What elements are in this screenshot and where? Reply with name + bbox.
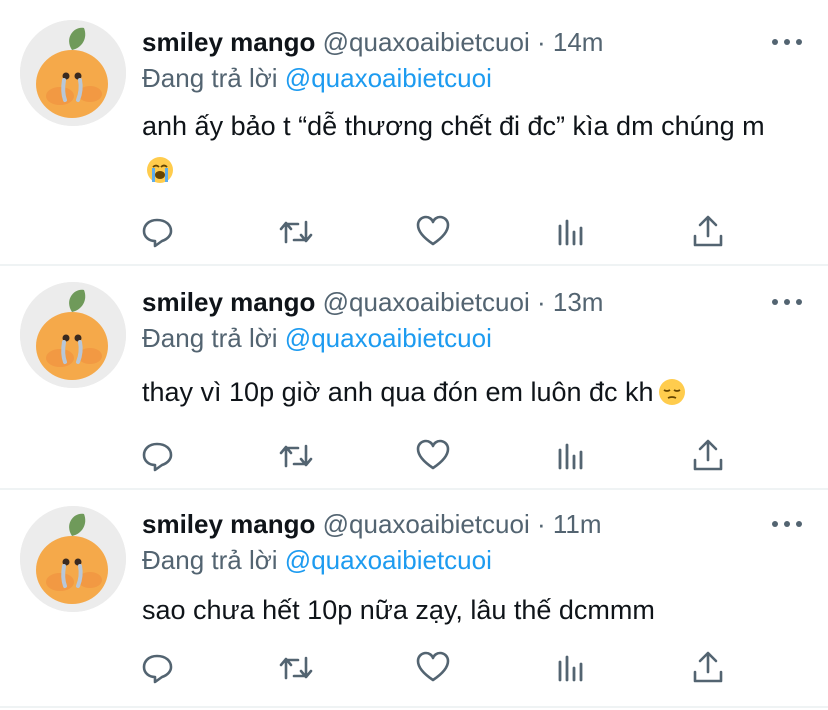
tweet[interactable]: smiley mango @quaxoaibietcuoi · 14m Đang… [0, 0, 828, 264]
tweet[interactable]: smiley mango @quaxoaibietcuoi · 11m Đang… [0, 490, 828, 710]
more-icon[interactable] [772, 36, 802, 48]
separator-dot: · [536, 509, 546, 539]
tweet-header: smiley mango @quaxoaibietcuoi · 11m [142, 506, 602, 542]
separator-dot: · [536, 27, 546, 57]
reply-prefix: Đang trả lời [142, 545, 278, 575]
like-icon[interactable] [413, 436, 453, 476]
more-icon[interactable] [772, 296, 802, 308]
analytics-icon[interactable] [551, 648, 591, 688]
retweet-icon[interactable] [276, 648, 316, 688]
display-name[interactable]: smiley mango [142, 287, 315, 317]
tweet-text-container: anh ấy bảo t “dễ thương chết đi đc” kìa … [142, 104, 782, 192]
mango-avatar-image [20, 506, 126, 612]
reply-to-handle[interactable]: @quaxoaibietcuoi [285, 545, 492, 575]
tweet-divider [0, 706, 828, 708]
avatar[interactable] [20, 20, 126, 126]
tweet-actions [138, 648, 728, 688]
timestamp[interactable]: 14m [553, 27, 604, 57]
tweet-actions [138, 212, 728, 252]
reply-to-handle[interactable]: @quaxoaibietcuoi [285, 323, 492, 353]
reply-icon[interactable] [138, 436, 178, 476]
share-icon[interactable] [688, 212, 728, 252]
tweet-header: smiley mango @quaxoaibietcuoi · 14m [142, 24, 603, 60]
tweet-header: smiley mango @quaxoaibietcuoi · 13m [142, 284, 603, 320]
reply-prefix: Đang trả lời [142, 323, 278, 353]
avatar[interactable] [20, 506, 126, 612]
tweet-text: sao chưa hết 10p nữa zạy, lâu thế dcmmm [142, 595, 655, 625]
reply-to-handle[interactable]: @quaxoaibietcuoi [285, 63, 492, 93]
tweet-actions [138, 436, 728, 476]
tweet-text-container: sao chưa hết 10p nữa zạy, lâu thế dcmmm [142, 588, 782, 632]
reply-context: Đang trả lời @quaxoaibietcuoi [142, 542, 492, 578]
display-name[interactable]: smiley mango [142, 509, 315, 539]
mango-avatar-image [20, 282, 126, 388]
avatar[interactable] [20, 282, 126, 388]
pensive-face-icon [658, 379, 685, 405]
timestamp[interactable]: 13m [553, 287, 604, 317]
tweet[interactable]: smiley mango @quaxoaibietcuoi · 13m Đang… [0, 266, 828, 488]
mango-avatar-image [20, 20, 126, 126]
timestamp[interactable]: 11m [553, 509, 602, 539]
like-icon[interactable] [413, 648, 453, 688]
user-handle[interactable]: @quaxoaibietcuoi [323, 509, 530, 539]
user-handle[interactable]: @quaxoaibietcuoi [323, 287, 530, 317]
tweet-text-container: thay vì 10p giờ anh qua đón em luôn đc k… [142, 370, 802, 414]
share-icon[interactable] [688, 436, 728, 476]
tweet-text: thay vì 10p giờ anh qua đón em luôn đc k… [142, 377, 654, 407]
timeline-feed: smiley mango @quaxoaibietcuoi · 14m Đang… [0, 0, 828, 710]
tweet-text: anh ấy bảo t “dễ thương chết đi đc” kìa … [142, 111, 765, 141]
reply-icon[interactable] [138, 212, 178, 252]
analytics-icon[interactable] [551, 212, 591, 252]
more-icon[interactable] [772, 518, 802, 530]
analytics-icon[interactable] [551, 436, 591, 476]
reply-context: Đang trả lời @quaxoaibietcuoi [142, 60, 492, 96]
like-icon[interactable] [413, 212, 453, 252]
reply-prefix: Đang trả lời [142, 63, 278, 93]
retweet-icon[interactable] [276, 436, 316, 476]
retweet-icon[interactable] [276, 212, 316, 252]
display-name[interactable]: smiley mango [142, 27, 315, 57]
user-handle[interactable]: @quaxoaibietcuoi [323, 27, 530, 57]
share-icon[interactable] [688, 648, 728, 688]
separator-dot: · [536, 287, 546, 317]
reply-icon[interactable] [138, 648, 178, 688]
reply-context: Đang trả lời @quaxoaibietcuoi [142, 320, 492, 356]
loudly-crying-face-icon [147, 157, 173, 183]
